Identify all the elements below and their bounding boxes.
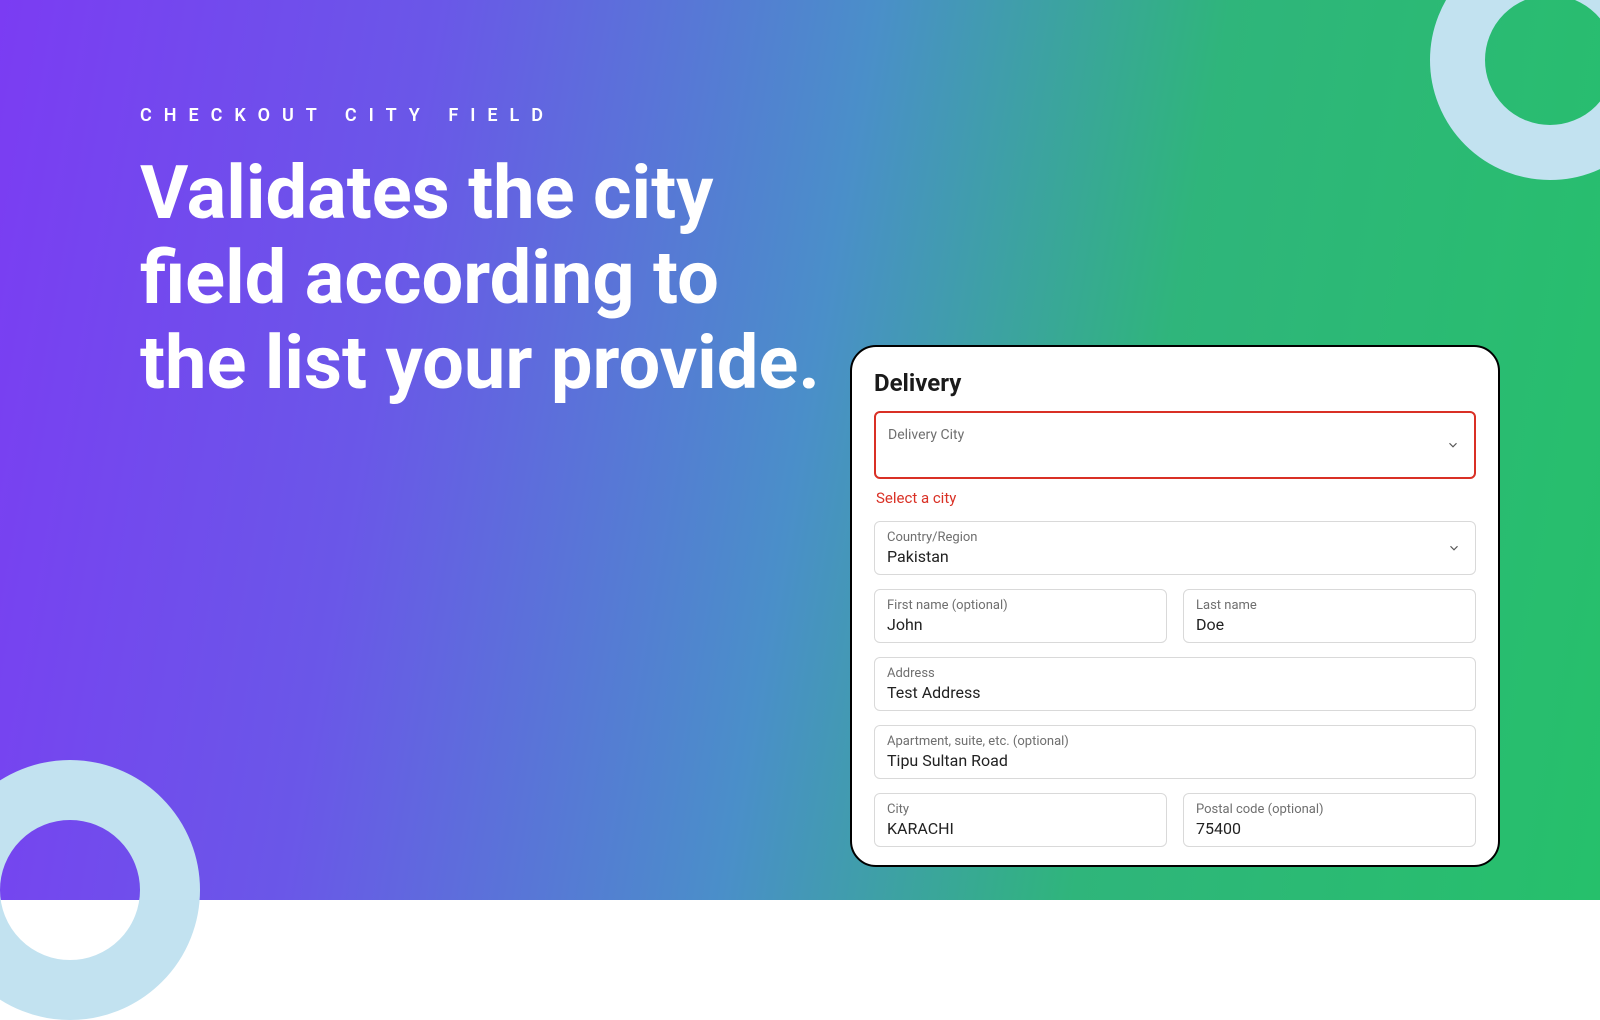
eyebrow-text: CHECKOUT CITY FIELD (140, 105, 840, 126)
delivery-card: Delivery Delivery City Select a city Cou… (850, 345, 1500, 867)
address-label: Address (887, 666, 1463, 681)
last-name-field[interactable]: Last name Doe (1183, 589, 1476, 643)
chevron-down-icon (1446, 438, 1460, 452)
delivery-city-select[interactable]: Delivery City (874, 411, 1476, 479)
address-value: Test Address (887, 683, 1463, 702)
delivery-city-error: Select a city (876, 489, 1474, 507)
first-name-field[interactable]: First name (optional) John (874, 589, 1167, 643)
apartment-label: Apartment, suite, etc. (optional) (887, 734, 1463, 749)
city-label: City (887, 802, 1154, 817)
hero-block: CHECKOUT CITY FIELD Validates the city f… (140, 105, 840, 406)
delivery-city-value (888, 445, 1462, 463)
apartment-value: Tipu Sultan Road (887, 751, 1463, 770)
address-field[interactable]: Address Test Address (874, 657, 1476, 711)
city-value: KARACHI (887, 819, 1154, 838)
delivery-city-label: Delivery City (888, 427, 1462, 443)
postal-code-label: Postal code (optional) (1196, 802, 1463, 817)
chevron-down-icon (1447, 541, 1461, 555)
first-name-value: John (887, 615, 1154, 634)
city-field[interactable]: City KARACHI (874, 793, 1167, 847)
postal-code-field[interactable]: Postal code (optional) 75400 (1183, 793, 1476, 847)
headline-text: Validates the city field according to th… (140, 151, 840, 406)
country-select[interactable]: Country/Region Pakistan (874, 521, 1476, 575)
country-value: Pakistan (887, 547, 1463, 566)
last-name-value: Doe (1196, 615, 1463, 634)
last-name-label: Last name (1196, 598, 1463, 613)
country-label: Country/Region (887, 530, 1463, 545)
first-name-label: First name (optional) (887, 598, 1154, 613)
apartment-field[interactable]: Apartment, suite, etc. (optional) Tipu S… (874, 725, 1476, 779)
delivery-title: Delivery (874, 369, 1476, 397)
postal-code-value: 75400 (1196, 819, 1463, 838)
